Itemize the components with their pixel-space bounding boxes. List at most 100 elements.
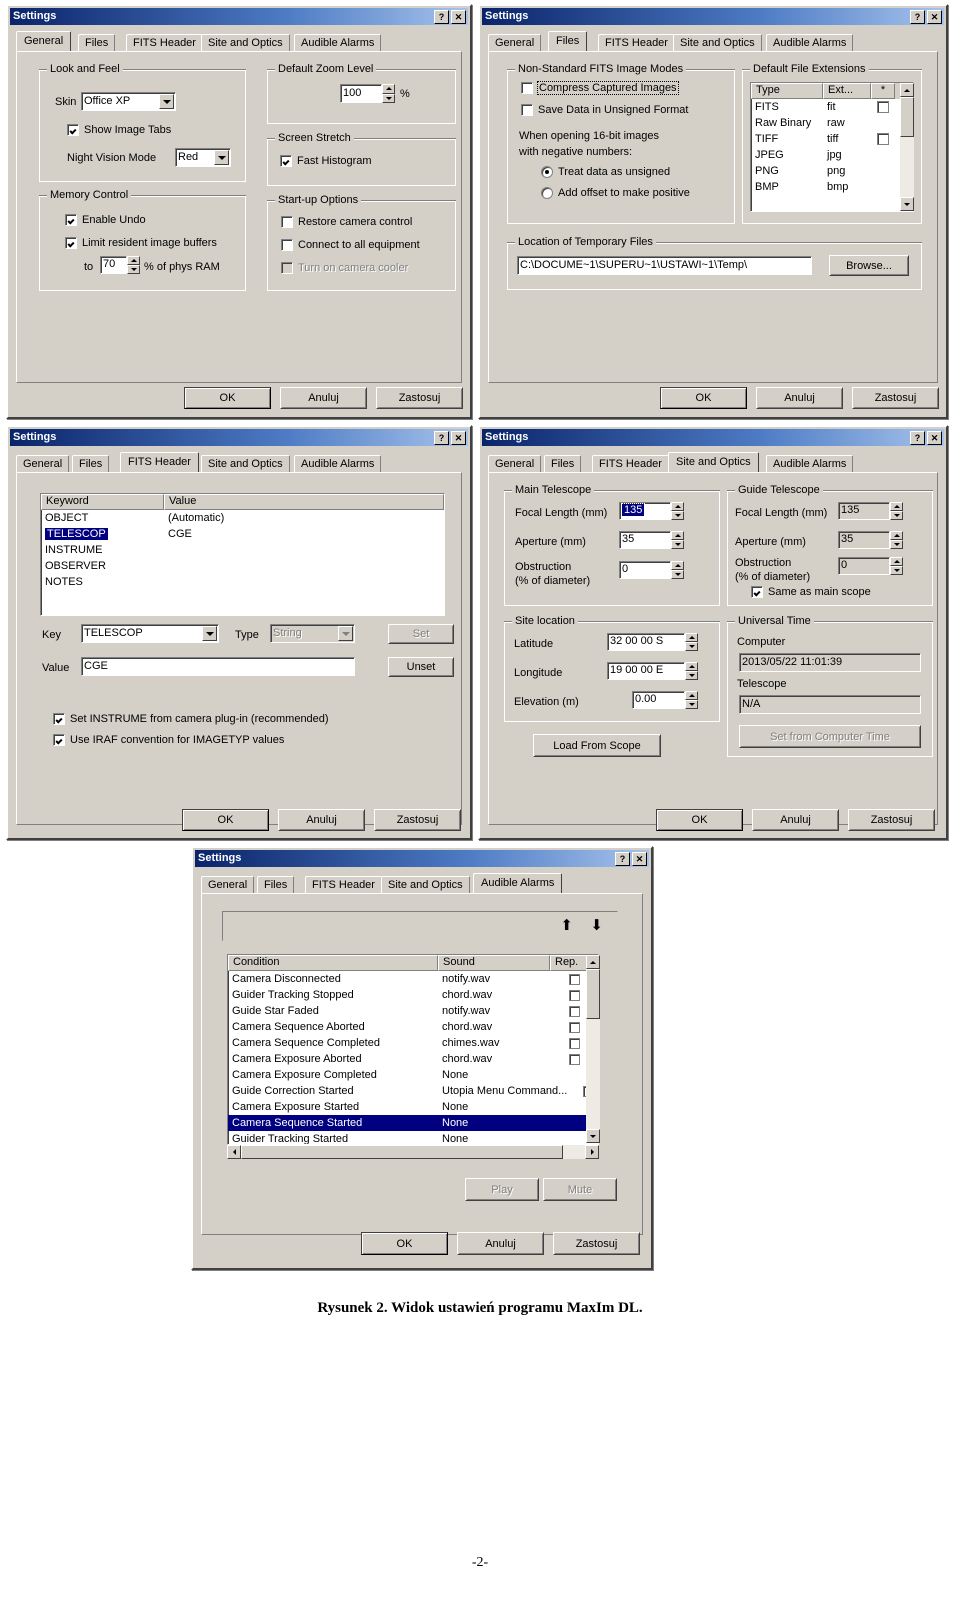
chevron-down-icon[interactable]	[214, 150, 229, 165]
table-row[interactable]: Camera Exposure Completed None	[228, 1067, 598, 1083]
spinner-down-icon[interactable]	[671, 511, 684, 520]
settings-dialog-fits-header[interactable]: Settings ? ✕ General Files FITS Header S…	[6, 425, 472, 840]
tab-files[interactable]: Files	[72, 455, 110, 472]
spinner-down-icon[interactable]	[890, 540, 903, 549]
alarms-vertical-scrollbar[interactable]	[586, 955, 600, 1143]
table-row[interactable]: TIFF tiff	[751, 131, 913, 147]
ok-button[interactable]: OK	[660, 387, 747, 409]
cancel-button[interactable]: Anuluj	[278, 809, 365, 831]
temp-path-input[interactable]: C:\DOCUME~1\SUPERU~1\USTAWI~1\Temp\	[517, 256, 812, 275]
default-zoom-spinner[interactable]	[382, 84, 395, 103]
table-row[interactable]: Guide Correction Started Utopia Menu Com…	[228, 1083, 598, 1099]
scrollbar-thumb[interactable]	[586, 969, 600, 1019]
show-image-tabs-checkbox[interactable]: Show Image Tabs	[67, 124, 171, 136]
tab-fits-header[interactable]: FITS Header	[120, 452, 199, 472]
cancel-button[interactable]: Anuluj	[280, 387, 367, 409]
tab-files[interactable]: Files	[548, 31, 588, 51]
tab-general[interactable]: General	[16, 455, 70, 472]
help-icon[interactable]: ?	[910, 9, 925, 24]
tab-site-and-optics[interactable]: Site and Optics	[381, 876, 470, 893]
latitude-spinner[interactable]	[685, 633, 698, 651]
scrollbar-thumb[interactable]	[900, 97, 914, 137]
settings-dialog-general[interactable]: Settings ? ✕ General Files FITS Header S…	[6, 4, 472, 419]
ram-percent-input[interactable]: 70	[100, 256, 127, 274]
table-row[interactable]: Guide Star Faded notify.wav	[228, 1003, 598, 1019]
apply-button[interactable]: Zastosuj	[852, 387, 939, 409]
scrollbar-track[interactable]	[586, 1019, 600, 1129]
key-combo[interactable]: TELESCOP	[81, 624, 219, 643]
tab-fits-header[interactable]: FITS Header	[305, 876, 382, 893]
value-input[interactable]: CGE	[81, 657, 355, 676]
tab-general[interactable]: General	[488, 455, 542, 472]
table-row[interactable]: Camera Sequence Aborted chord.wav	[228, 1019, 598, 1035]
column-type[interactable]: Type	[751, 83, 823, 99]
tab-site-and-optics[interactable]: Site and Optics	[668, 452, 759, 472]
longitude-input[interactable]: 19 00 00 E	[607, 662, 685, 680]
scroll-right-icon[interactable]	[585, 1145, 599, 1159]
spinner-down-icon[interactable]	[890, 511, 903, 520]
table-row[interactable]: OBSERVER	[41, 558, 444, 574]
spinner-up-icon[interactable]	[382, 84, 395, 94]
enable-undo-checkbox[interactable]: Enable Undo	[65, 214, 146, 226]
scrollbar-thumb[interactable]	[241, 1145, 563, 1159]
ram-percent-spinner[interactable]	[127, 256, 140, 274]
close-icon[interactable]: ✕	[451, 9, 466, 24]
table-row[interactable]: Camera Exposure Aborted chord.wav	[228, 1051, 598, 1067]
guide-obstruction-spinner[interactable]	[890, 557, 903, 575]
tab-audible-alarms[interactable]: Audible Alarms	[766, 455, 854, 472]
tab-files[interactable]: Files	[544, 455, 582, 472]
column-sound[interactable]: Sound	[438, 955, 550, 971]
arrow-up-icon[interactable]: ⬆	[560, 918, 573, 933]
scroll-down-icon[interactable]	[586, 1129, 600, 1143]
apply-button[interactable]: Zastosuj	[374, 809, 461, 831]
ok-button[interactable]: OK	[361, 1232, 448, 1255]
browse-button[interactable]: Browse...	[829, 255, 909, 276]
alarms-list[interactable]: Condition Sound Rep. Camera Disconnected…	[227, 954, 599, 1145]
guide-focal-length-input[interactable]: 135	[838, 502, 890, 520]
tab-general[interactable]: General	[201, 876, 255, 893]
tab-files[interactable]: Files	[78, 34, 116, 51]
tab-audible-alarms[interactable]: Audible Alarms	[294, 455, 382, 472]
close-icon[interactable]: ✕	[632, 851, 647, 866]
spinner-up-icon[interactable]	[890, 557, 903, 566]
scroll-left-icon[interactable]	[227, 1145, 241, 1159]
fits-keyword-list[interactable]: Keyword Value OBJECT (Automatic) TELESCO…	[40, 493, 445, 616]
scroll-up-icon[interactable]	[900, 83, 914, 97]
tab-site-and-optics[interactable]: Site and Optics	[201, 34, 290, 51]
restore-camera-control-checkbox[interactable]: Restore camera control	[281, 216, 412, 228]
main-aperture-input[interactable]: 35	[619, 531, 671, 549]
arrow-down-icon[interactable]: ⬇	[590, 918, 603, 933]
guide-focal-length-spinner[interactable]	[890, 502, 903, 520]
table-row[interactable]: Camera Sequence Started None	[228, 1115, 598, 1131]
table-row[interactable]: PNG png	[751, 163, 913, 179]
spinner-up-icon[interactable]	[671, 561, 684, 570]
alarms-horizontal-scrollbar[interactable]	[227, 1145, 599, 1159]
cell-star[interactable]	[871, 99, 895, 115]
scrollbar-track[interactable]	[563, 1145, 585, 1159]
table-row[interactable]: Guider Tracking Started None	[228, 1131, 598, 1144]
close-icon[interactable]: ✕	[927, 9, 942, 24]
apply-button[interactable]: Zastosuj	[376, 387, 463, 409]
spinner-up-icon[interactable]	[685, 691, 698, 700]
ok-button[interactable]: OK	[656, 809, 743, 831]
save-unsigned-checkbox[interactable]: Save Data in Unsigned Format	[521, 104, 688, 116]
spinner-down-icon[interactable]	[685, 700, 698, 709]
scrollbar-track[interactable]	[900, 137, 914, 197]
main-aperture-spinner[interactable]	[671, 531, 684, 549]
longitude-spinner[interactable]	[685, 662, 698, 680]
elevation-spinner[interactable]	[685, 691, 698, 709]
main-focal-length-input[interactable]: 135	[619, 502, 671, 520]
spinner-down-icon[interactable]	[685, 642, 698, 651]
tab-files[interactable]: Files	[257, 876, 295, 893]
default-zoom-input[interactable]: 100	[340, 84, 382, 103]
spinner-down-icon[interactable]	[671, 570, 684, 579]
spinner-up-icon[interactable]	[890, 531, 903, 540]
column-condition[interactable]: Condition	[228, 955, 438, 971]
main-obstruction-input[interactable]: 0	[619, 561, 671, 579]
tab-general[interactable]: General	[488, 34, 542, 51]
cell-star[interactable]	[871, 131, 895, 147]
guide-obstruction-input[interactable]: 0	[838, 557, 890, 575]
latitude-input[interactable]: 32 00 00 S	[607, 633, 685, 651]
tab-site-and-optics[interactable]: Site and Optics	[201, 455, 290, 472]
ok-button[interactable]: OK	[184, 387, 271, 409]
